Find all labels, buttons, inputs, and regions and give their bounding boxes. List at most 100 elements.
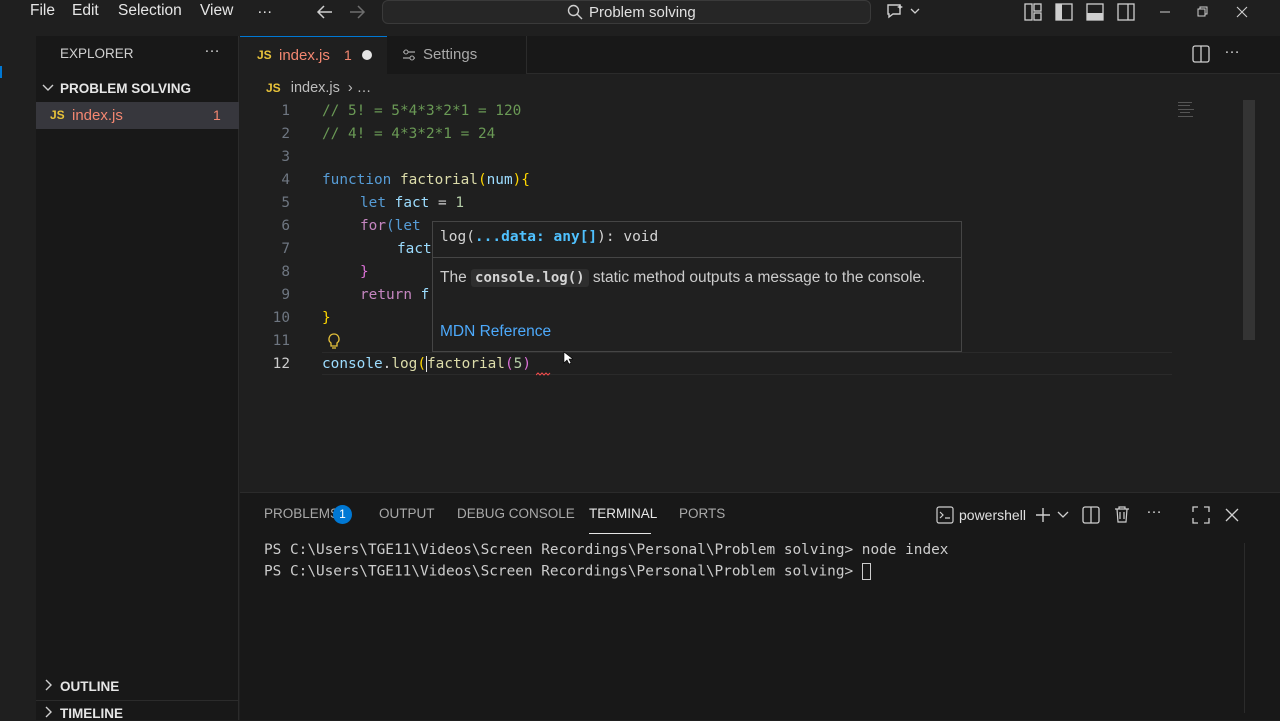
line-number: 3 [281,149,290,165]
menu-edit[interactable]: Edit [72,2,99,20]
search-icon [567,4,583,20]
mdn-reference-link[interactable]: MDN Reference [440,323,551,341]
chevron-down-icon[interactable] [910,7,920,15]
line-number: 8 [281,264,290,280]
tab-label: Settings [423,46,478,63]
active-tab-indicator [589,533,651,534]
unsaved-dot-icon[interactable] [362,50,372,60]
code-line: // 5! = 5*4*3*2*1 = 120 [322,103,522,119]
lightbulb-icon[interactable] [326,333,342,351]
tab-label: index.js [279,47,330,64]
line-number: 6 [281,218,290,234]
close-window-icon[interactable] [1236,6,1248,18]
tab-index-js[interactable]: JS index.js 1 [240,36,387,74]
breadcrumb: JS index.js › … [266,80,371,96]
section-divider [36,700,239,701]
outline-section[interactable]: OUTLINE [60,679,119,694]
editor-scrollbar[interactable] [1243,100,1255,340]
editor-more-button[interactable]: … [1224,40,1240,58]
breadcrumb-rest[interactable]: › … [348,80,371,96]
chevron-right-icon[interactable] [43,679,55,691]
terminal-cursor [861,563,871,580]
tab-problem-count: 1 [344,47,352,63]
maximize-panel-icon[interactable] [1192,506,1210,524]
tab-settings[interactable]: Settings [387,36,527,74]
hover-description: The console.log() static method outputs … [440,269,926,287]
minimize-icon[interactable] [1159,6,1171,18]
panel-more-button[interactable]: … [1146,500,1162,518]
terminal-icon [936,506,954,524]
code-line: let fact = 1 [360,195,464,211]
code-line: console.log(factorial(5) [322,356,531,372]
customize-layout-icon[interactable] [1024,3,1042,21]
file-name: index.js [72,107,123,124]
copilot-chat-icon[interactable] [885,3,907,21]
line-number: 2 [281,126,290,142]
forward-arrow-icon[interactable] [348,4,366,20]
file-item-index-js[interactable]: JS index.js 1 [36,102,239,129]
settings-icon [403,49,415,61]
error-squiggle [536,372,551,376]
terminal-line[interactable]: PS C:\Users\TGE11\Videos\Screen Recordin… [264,563,871,580]
tab-debug-console[interactable]: DEBUG CONSOLE [457,506,575,521]
tab-problems[interactable]: PROBLEMS [264,506,339,521]
file-problem-count: 1 [213,107,221,123]
folder-problem-solving[interactable]: PROBLEM SOLVING [60,81,191,96]
split-terminal-icon[interactable] [1082,506,1100,524]
mouse-pointer-icon [563,351,573,365]
code-line: for(let [360,218,430,234]
code-line: function factorial(num){ [322,172,530,188]
hover-signature: log(...data: any[]): void [440,229,659,245]
tab-ports[interactable]: PORTS [679,506,725,521]
tab-output[interactable]: OUTPUT [379,506,435,521]
toggle-panel-icon[interactable] [1086,3,1104,21]
explorer-more-button[interactable]: … [204,39,220,57]
minimap[interactable] [1176,100,1196,120]
timeline-section[interactable]: TIMELINE [60,706,123,721]
line-number: 10 [272,310,290,326]
chevron-down-icon[interactable] [1057,511,1069,519]
menu-selection[interactable]: Selection [118,2,182,20]
terminal-scrollbar[interactable] [1244,543,1245,713]
toggle-primary-sidebar-icon[interactable] [1055,3,1073,21]
title-bar: File Edit Selection View … Problem solvi… [0,0,1280,26]
menu-more[interactable]: … [257,0,273,18]
back-arrow-icon[interactable] [316,4,334,20]
hover-tooltip: log(...data: any[]): void The console.lo… [432,221,962,352]
terminal-shell-name[interactable]: powershell [959,507,1026,523]
javascript-file-icon: JS [50,108,65,122]
trash-icon[interactable] [1114,505,1130,523]
code-line: fact [397,241,432,257]
javascript-file-icon: JS [257,48,272,62]
line-number: 12 [272,356,290,372]
line-number: 9 [281,287,290,303]
tab-terminal[interactable]: TERMINAL [589,506,657,521]
new-terminal-icon[interactable] [1034,506,1052,524]
line-number: 7 [281,241,290,257]
code-line: } [322,310,331,326]
problems-count-badge: 1 [333,505,352,524]
menu-file[interactable]: File [30,2,55,20]
command-center-search[interactable]: Problem solving [382,0,871,24]
line-number: 4 [281,172,290,188]
restore-icon[interactable] [1197,6,1209,18]
line-number: 1 [281,103,290,119]
activity-indicator [0,66,2,78]
code-line: // 4! = 4*3*2*1 = 24 [322,126,496,142]
close-panel-icon[interactable] [1225,508,1239,522]
search-label: Problem solving [589,4,696,21]
code-line: } [360,264,369,280]
breadcrumb-file[interactable]: index.js [291,80,340,96]
menu-view[interactable]: View [200,2,233,20]
toggle-secondary-sidebar-icon[interactable] [1117,3,1135,21]
activity-bar [0,36,26,720]
bottom-panel: PROBLEMS 1 OUTPUT DEBUG CONSOLE TERMINAL… [240,492,1280,720]
chevron-down-icon[interactable] [42,82,54,94]
terminal-line: PS C:\Users\TGE11\Videos\Screen Recordin… [264,542,949,558]
chevron-right-icon[interactable] [43,706,55,718]
explorer-sidebar: EXPLORER … PROBLEM SOLVING JS index.js 1… [36,36,239,721]
line-number: 11 [272,333,290,349]
split-editor-icon[interactable] [1192,45,1210,63]
line-number: 5 [281,195,290,211]
code-line: return f [360,287,430,303]
